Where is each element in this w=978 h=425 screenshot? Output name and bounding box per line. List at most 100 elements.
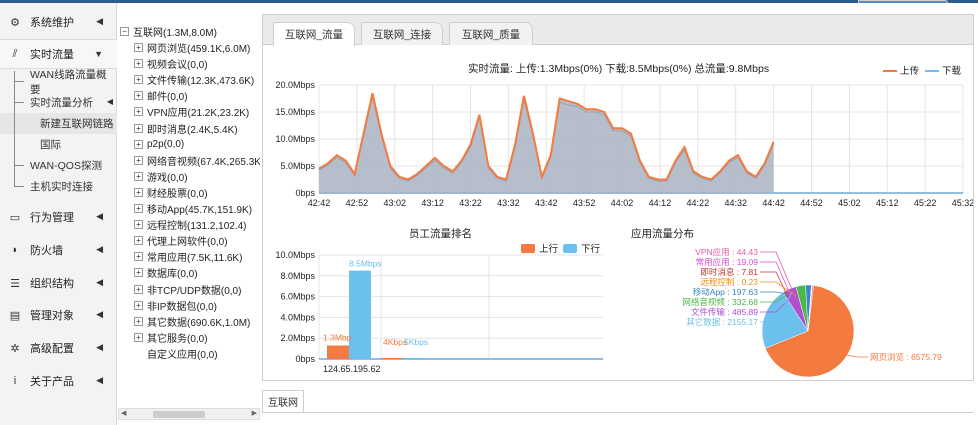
bar [403, 358, 425, 359]
tree-node[interactable]: + VPN应用(21.2K,23.2K) [134, 104, 249, 119]
pie-label: VPN应用 : 44.43 [695, 247, 758, 257]
tree-node-custom[interactable]: 自定义应用(0,0) [147, 346, 218, 361]
sidebar-sub-host-connections[interactable]: 主机实时连接 [0, 176, 117, 197]
monitor-icon: ▭ [9, 211, 21, 224]
tree-node[interactable]: + 常用应用(7.5K,11.6K) [134, 249, 242, 264]
scroll-right-icon[interactable]: ▶ [252, 409, 257, 417]
sidebar-sub-wan-summary[interactable]: WAN线路流量概要 [0, 69, 117, 96]
tree-node[interactable]: + 网页浏览(459.1K,6.0M) [134, 40, 250, 55]
tree-root[interactable]: − 互联网(1.3M,8.0M) [120, 24, 217, 39]
x-tick-label: 42:42 [308, 198, 331, 208]
y-tick-label: 8.0Mbps [280, 271, 315, 281]
chevron-down-icon: ▼ [94, 49, 103, 59]
tree-node[interactable]: + 代理上网软件(0,0) [134, 233, 228, 248]
bar-label: 5Kbps [404, 337, 428, 347]
collapse-icon[interactable]: − [120, 27, 129, 36]
sidebar-sub-wan-qos[interactable]: WAN-QOS探测 [0, 155, 117, 176]
y-tick-label: 6.0Mbps [280, 292, 315, 302]
chevron-left-icon: ◀ [96, 342, 103, 352]
sidebar-sub-international[interactable]: 国际 [0, 134, 117, 155]
tree-node[interactable]: + 游戏(0,0) [134, 169, 188, 184]
sidebar-item-objects[interactable]: ▤ 管理对象 ◀ [0, 300, 117, 330]
expand-icon[interactable]: + [134, 155, 143, 165]
expand-icon[interactable]: + [134, 220, 143, 230]
tree-node[interactable]: + 财经股票(0,0) [134, 185, 208, 200]
expand-icon[interactable]: + [134, 300, 143, 310]
tree-scrollbar[interactable]: ◀ ▶ [118, 408, 260, 420]
tree-node[interactable]: + 网络音视频(67.4K,265.3K) [134, 153, 260, 168]
sidebar-sub-label: 主机实时连接 [30, 181, 93, 193]
tree-node[interactable]: + 移动App(45.7K,151.9K) [134, 201, 252, 216]
scroll-left-icon[interactable]: ◀ [121, 409, 126, 417]
tab-connections[interactable]: 互联网_连接 [361, 22, 443, 45]
table-icon: ▤ [9, 309, 21, 322]
tree-node[interactable]: + 数据库(0,0) [134, 265, 198, 280]
tab-traffic[interactable]: 互联网_流量 [273, 22, 355, 46]
sidebar-sub-label: 实时流量分析 [30, 97, 93, 109]
sidebar-item-label: 高级配置 [30, 343, 74, 355]
y-tick-label: 20.0Mbps [275, 80, 315, 90]
expand-icon[interactable]: + [134, 252, 143, 262]
chart-icon: ⫽ [12, 47, 18, 60]
tree-node[interactable]: + 即时消息(2.4K,5.4K) [134, 121, 238, 136]
sidebar-item-label: 管理对象 [30, 310, 74, 322]
tree-node[interactable]: + 其它数据(690.6K,1.0M) [134, 314, 250, 329]
sidebar-item-behavior[interactable]: ▭ 行为管理 ◀ [0, 202, 117, 232]
expand-icon[interactable]: + [134, 59, 143, 69]
tree-node[interactable]: + 邮件(0,0) [134, 88, 188, 103]
expand-icon[interactable]: + [134, 107, 143, 117]
expand-icon[interactable]: + [134, 123, 143, 133]
shield-icon: ◗ [11, 244, 19, 256]
sidebar-item-firewall[interactable]: ◗ 防火墙 ◀ [0, 235, 117, 265]
expand-icon[interactable]: + [134, 75, 143, 85]
tree-node-label: 其它服务(0,0) [147, 333, 208, 345]
expand-icon[interactable]: + [134, 236, 143, 246]
expand-icon[interactable]: + [134, 268, 143, 278]
gears-icon: ✲ [10, 342, 20, 355]
expand-icon[interactable]: + [134, 204, 143, 213]
sidebar-item-advanced[interactable]: ✲ 高级配置 ◀ [0, 333, 117, 363]
tree-node[interactable]: + 文件传输(12.3K,473.6K) [134, 72, 254, 87]
sidebar-item-realtime[interactable]: ⫽ 实时流量 ▼ [0, 39, 117, 69]
x-tick-label: 44:42 [762, 198, 785, 208]
expand-icon[interactable]: + [134, 332, 143, 342]
x-tick-label: 44:22 [687, 198, 710, 208]
pie-leader-line [845, 354, 868, 358]
tree-node-label: 视频会议(0,0) [147, 60, 208, 72]
x-tick-label: 44:02 [611, 198, 634, 208]
tree-node-label: 常用应用(7.5K,11.6K) [147, 253, 243, 265]
sidebar-sub-label: 新建互联网链路 [40, 118, 114, 130]
expand-icon[interactable]: + [134, 139, 143, 149]
tree-node[interactable]: + 远程控制(131.2,102.4) [134, 217, 247, 232]
expand-icon[interactable]: + [134, 43, 143, 52]
sidebar-item-system[interactable]: ⚙ 系统维护 ◀ [0, 7, 117, 37]
legend-download-swatch [563, 244, 577, 253]
scroll-thumb[interactable] [153, 411, 205, 418]
tree-node[interactable]: + 非TCP/UDP数据(0,0) [134, 282, 241, 297]
sidebar-item-org[interactable]: ☰ 组织结构 ◀ [0, 268, 117, 298]
dashboard-icon: ⚙ [10, 16, 20, 29]
tree-node[interactable]: + 非IP数据包(0,0) [134, 298, 217, 313]
expand-icon[interactable]: + [134, 91, 143, 101]
expand-icon[interactable]: + [134, 284, 143, 294]
x-tick-label: 45:02 [838, 198, 861, 208]
traffic-chart: 0bps 5.0Mbps 10.0Mbps 15.0Mbps 20.0Mbps 42:42… [275, 65, 973, 208]
sidebar-sub-new-internet-link[interactable]: 新建互联网链路 [0, 113, 117, 134]
expand-icon[interactable]: + [134, 187, 143, 197]
sidebar-sub-realtime-analysis[interactable]: 实时流量分析 ◀ [0, 92, 117, 113]
expand-icon[interactable]: + [134, 171, 143, 181]
pie-label: 网络音视频 : 332.68 [682, 297, 758, 307]
tab-internet-bottom[interactable]: 互联网 [262, 390, 304, 412]
y-tick-label: 10.0Mbps [275, 134, 315, 144]
tree-node[interactable]: + 视频会议(0,0) [134, 56, 208, 71]
sidebar-item-about[interactable]: i 关于产品 ◀ [0, 366, 117, 396]
sidebar-item-label: 系统维护 [30, 17, 74, 29]
legend-download-label: 下载 [942, 65, 962, 77]
expand-icon[interactable]: + [134, 316, 143, 326]
pie-label: 移动App : 197.63 [693, 287, 758, 297]
tab-quality[interactable]: 互联网_质量 [449, 22, 533, 45]
tree-node[interactable]: + p2p(0,0) [134, 137, 184, 152]
tree-node[interactable]: + 其它服务(0,0) [134, 330, 208, 345]
y-tick-label: 0bps [295, 354, 315, 364]
x-tick-label: 45:22 [914, 198, 937, 208]
